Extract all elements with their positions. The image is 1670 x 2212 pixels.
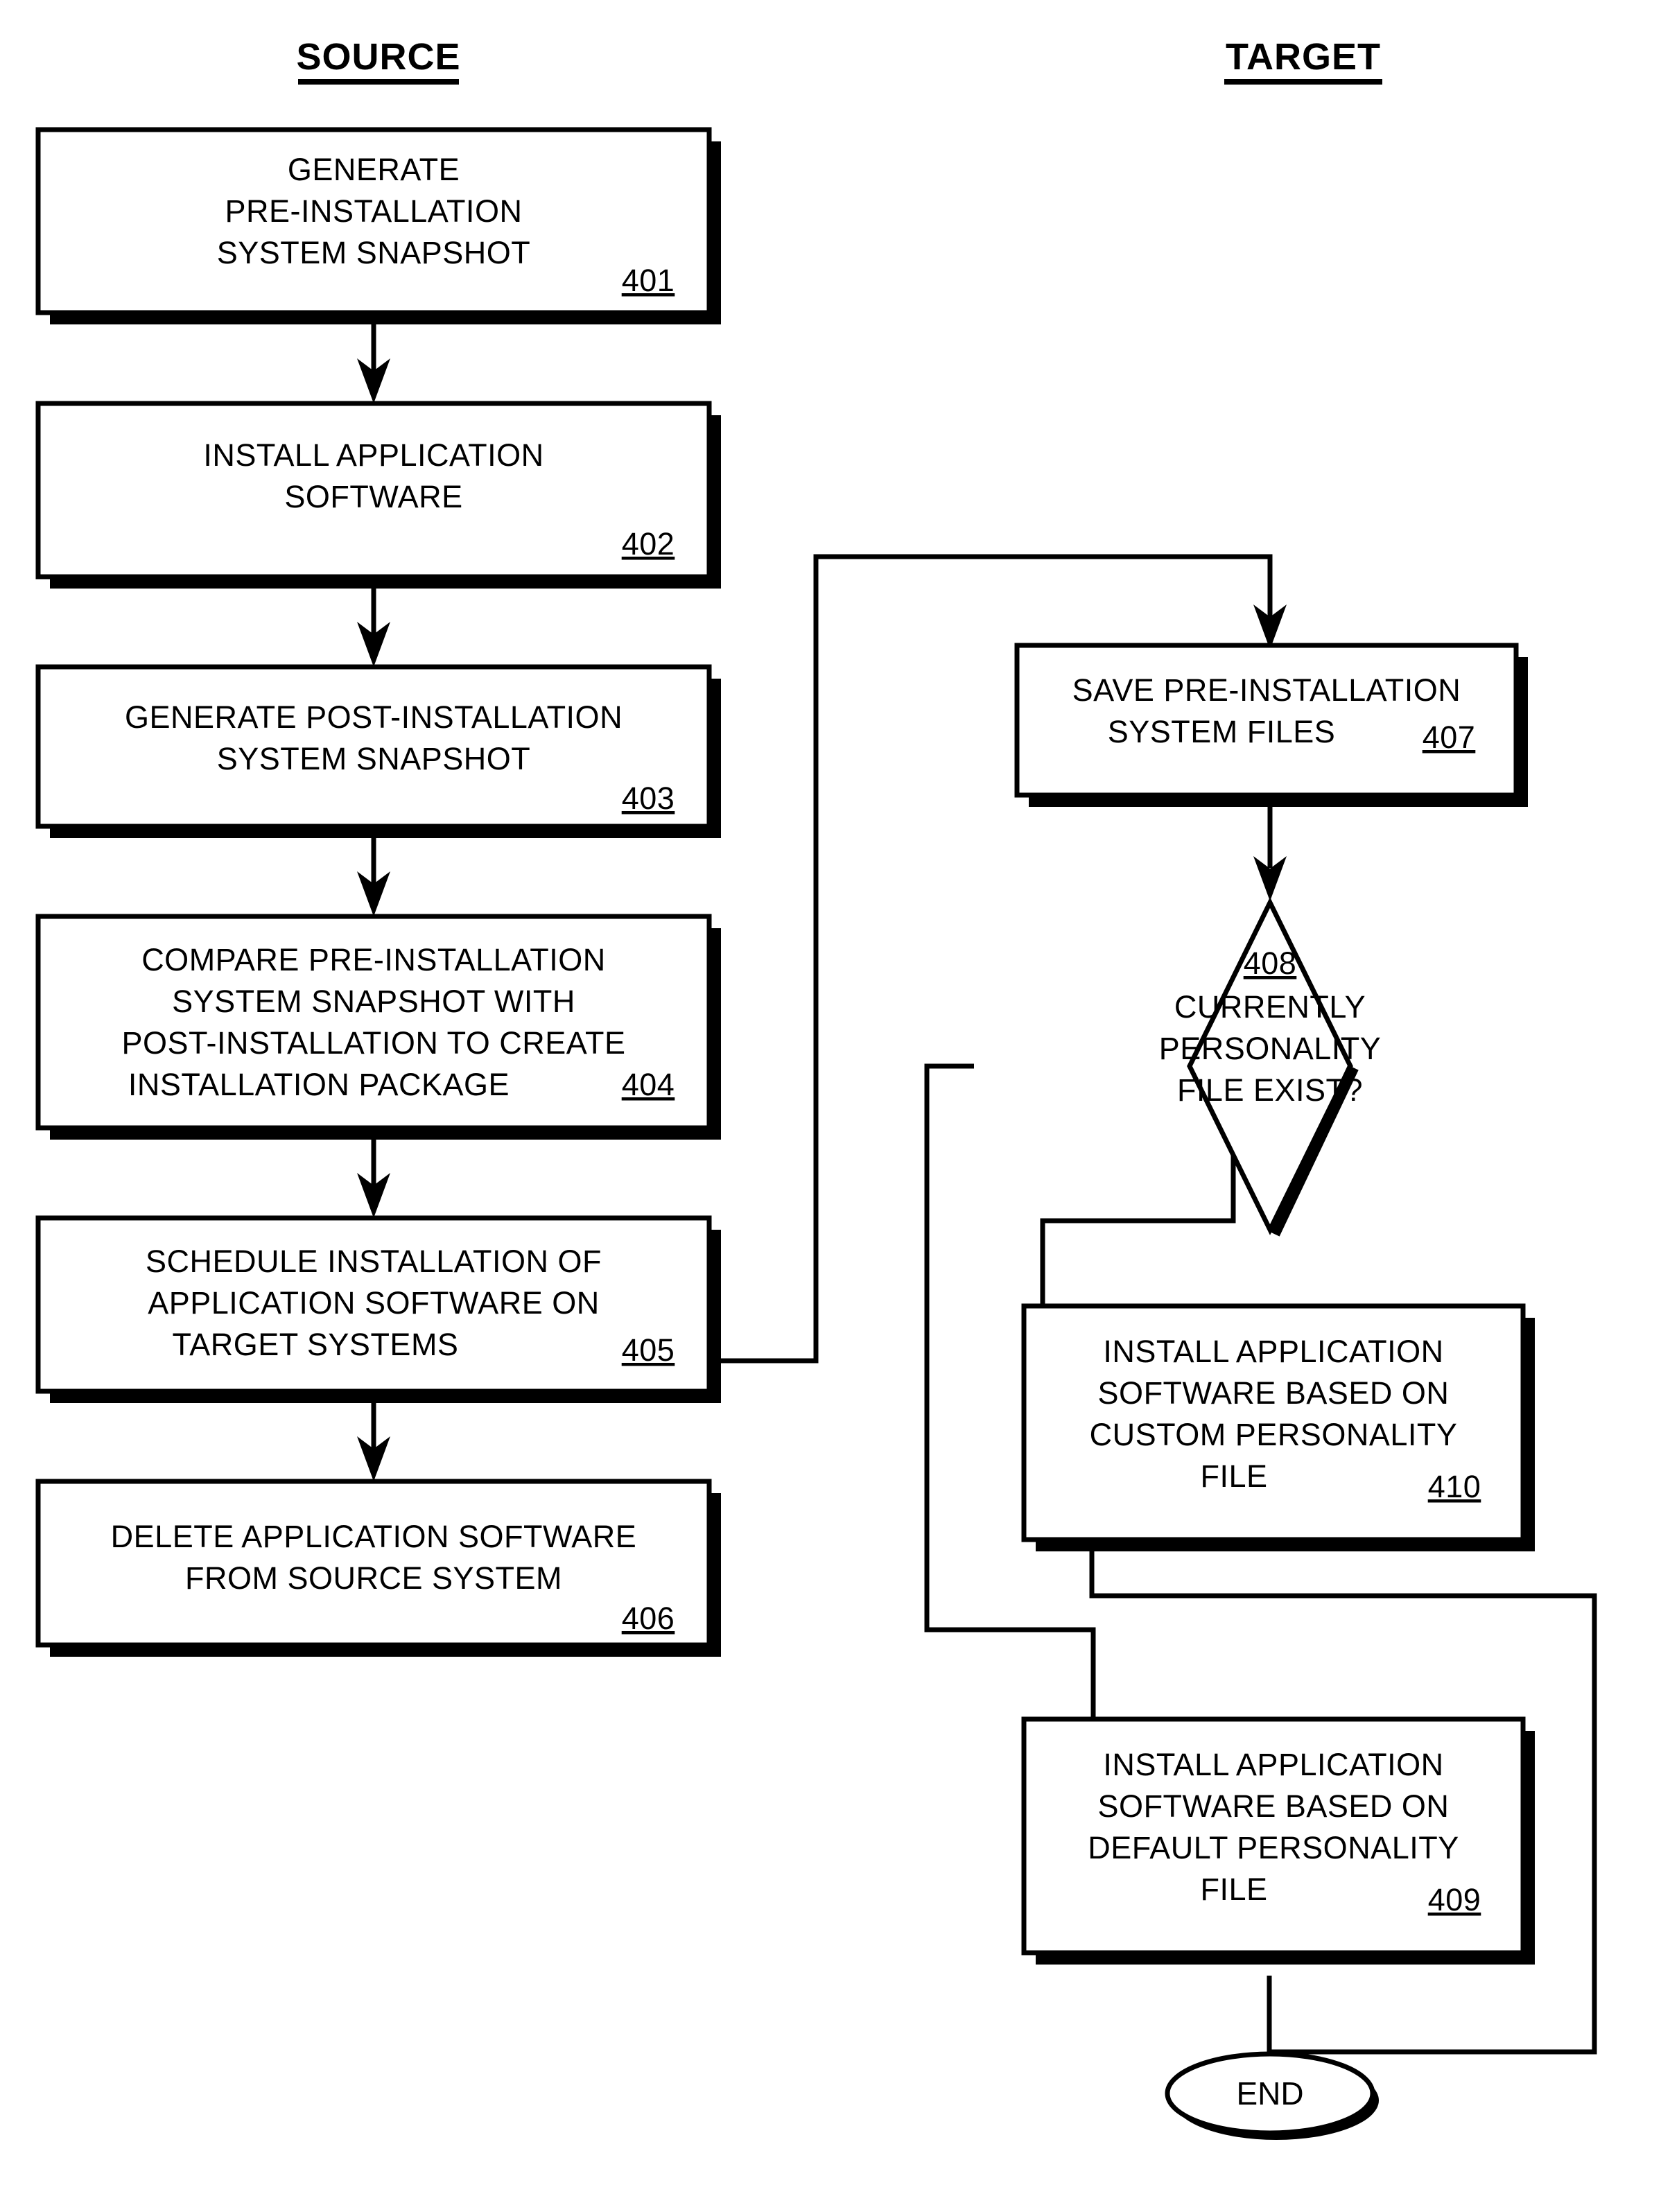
flowchart-canvas: SOURCE TARGET GENERATE PRE-INSTALLATION … [35, 36, 1597, 2140]
node-409-ref: 409 [1428, 1882, 1481, 1917]
node-405-line-3: TARGET SYSTEMS [173, 1327, 459, 1362]
node-410-line-3: CUSTOM PERSONALITY [1090, 1417, 1458, 1452]
node-408: 408 CURRENTLY PERSONALITY FILE EXIST? [1159, 897, 1382, 1237]
node-end: END [1165, 2051, 1379, 2140]
node-407-line-2: SYSTEM FILES [1108, 714, 1336, 749]
node-409-line-2: SOFTWARE BASED ON [1098, 1788, 1450, 1824]
node-end-label: END [1236, 2075, 1303, 2111]
node-404: COMPARE PRE-INSTALLATION SYSTEM SNAPSHOT… [35, 914, 721, 1140]
node-401-line-1: GENERATE [288, 152, 460, 187]
node-408-line-3: FILE EXIST? [1177, 1072, 1363, 1108]
node-410-line-1: INSTALL APPLICATION [1103, 1334, 1443, 1369]
node-404-line-4: INSTALLATION PACKAGE [128, 1067, 510, 1102]
node-406-line-2: FROM SOURCE SYSTEM [185, 1560, 562, 1596]
column-header-source: SOURCE [296, 36, 460, 85]
node-407-line-1: SAVE PRE-INSTALLATION [1072, 672, 1461, 708]
target-header-label: TARGET [1226, 36, 1381, 78]
node-402-line-1: INSTALL APPLICATION [203, 437, 543, 473]
edge-401-to-402 [357, 324, 390, 403]
node-410: INSTALL APPLICATION SOFTWARE BASED ON CU… [1021, 1303, 1535, 1551]
node-402-ref: 402 [622, 526, 675, 561]
edge-403-to-404 [357, 838, 390, 916]
node-406-ref: 406 [622, 1601, 675, 1636]
node-401-line-3: SYSTEM SNAPSHOT [217, 235, 531, 270]
node-401: GENERATE PRE-INSTALLATION SYSTEM SNAPSHO… [35, 127, 721, 324]
node-407-ref: 407 [1423, 720, 1476, 755]
node-409-line-1: INSTALL APPLICATION [1103, 1747, 1443, 1782]
node-402-line-2: SOFTWARE [284, 479, 462, 514]
node-405-line-1: SCHEDULE INSTALLATION OF [146, 1244, 602, 1279]
node-401-line-2: PRE-INSTALLATION [225, 193, 523, 229]
node-403-line-1: GENERATE POST-INSTALLATION [125, 699, 623, 735]
node-403-line-2: SYSTEM SNAPSHOT [217, 741, 531, 776]
edge-402-to-403 [357, 589, 390, 667]
node-409: INSTALL APPLICATION SOFTWARE BASED ON DE… [1021, 1716, 1535, 1965]
node-406-line-1: DELETE APPLICATION SOFTWARE [111, 1519, 637, 1554]
node-404-ref: 404 [622, 1067, 675, 1102]
node-405: SCHEDULE INSTALLATION OF APPLICATION SOF… [35, 1215, 721, 1403]
node-410-line-4: FILE [1200, 1458, 1267, 1494]
source-header-label: SOURCE [296, 36, 460, 78]
node-410-ref: 410 [1428, 1469, 1481, 1504]
node-404-line-2: SYSTEM SNAPSHOT WITH [172, 984, 575, 1019]
node-408-line-2: PERSONALITY [1159, 1031, 1382, 1066]
node-410-line-2: SOFTWARE BASED ON [1098, 1375, 1450, 1411]
node-401-ref: 401 [622, 263, 675, 298]
node-404-line-1: COMPARE PRE-INSTALLATION [141, 942, 606, 977]
node-405-ref: 405 [622, 1332, 675, 1368]
node-403: GENERATE POST-INSTALLATION SYSTEM SNAPSH… [35, 664, 721, 838]
node-408-line-1: CURRENTLY [1174, 989, 1366, 1025]
column-header-target: TARGET [1224, 36, 1382, 85]
node-404-line-3: POST-INSTALLATION TO CREATE [122, 1025, 626, 1061]
node-407: SAVE PRE-INSTALLATION SYSTEM FILES 407 [1014, 643, 1528, 807]
patent-figure: SOURCE TARGET GENERATE PRE-INSTALLATION … [0, 0, 1670, 2212]
edge-404-to-405 [357, 1140, 390, 1218]
edge-407-to-408 [1253, 807, 1287, 901]
node-408-ref: 408 [1244, 946, 1297, 981]
node-403-ref: 403 [622, 781, 675, 816]
node-409-line-3: DEFAULT PERSONALITY [1088, 1830, 1459, 1865]
node-402: INSTALL APPLICATION SOFTWARE 402 [35, 401, 721, 589]
edge-405-to-406 [357, 1403, 390, 1481]
node-406: DELETE APPLICATION SOFTWARE FROM SOURCE … [35, 1479, 721, 1657]
node-409-line-4: FILE [1200, 1872, 1267, 1907]
node-405-line-2: APPLICATION SOFTWARE ON [148, 1285, 600, 1321]
